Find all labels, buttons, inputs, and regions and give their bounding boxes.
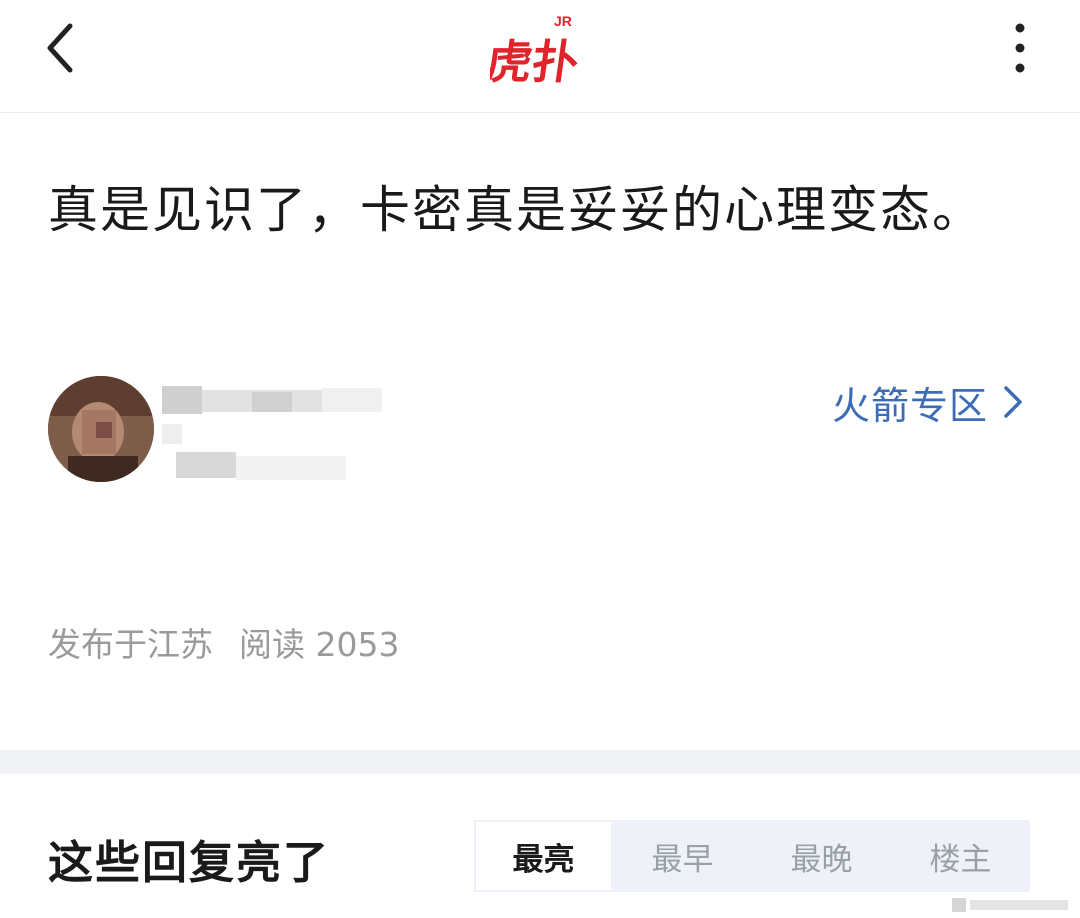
- read-count: 阅读 2053: [239, 625, 400, 664]
- reply-sort-tabs: 最亮 最早 最晚 楼主: [474, 820, 1030, 892]
- more-options-button[interactable]: [1000, 18, 1040, 78]
- chevron-right-icon: [1004, 386, 1022, 418]
- logo-badge: JR: [554, 13, 572, 29]
- vertical-dots-icon: [1015, 23, 1025, 73]
- zone-label: 火箭专区: [831, 383, 988, 428]
- author-avatar[interactable]: [48, 376, 154, 482]
- logo-text: 虎扑: [490, 35, 582, 86]
- tab-latest[interactable]: 最晚: [752, 820, 891, 892]
- author-info-blurred: [162, 380, 422, 490]
- replies-heading: 这些回复亮了: [48, 836, 331, 889]
- post-meta: 发布于江苏 阅读 2053: [48, 616, 399, 668]
- chevron-left-icon: [47, 23, 73, 73]
- tab-op-only[interactable]: 楼主: [891, 820, 1030, 892]
- section-divider: [0, 750, 1080, 774]
- top-navigation-bar: JR 虎扑: [0, 0, 1080, 113]
- zone-link[interactable]: 火箭专区: [832, 372, 1024, 432]
- post-title: 真是见识了，卡密真是妥妥的心理变态。: [48, 181, 984, 239]
- post-location: 发布于江苏: [48, 625, 213, 664]
- back-button[interactable]: [38, 20, 86, 76]
- tab-earliest[interactable]: 最早: [613, 820, 752, 892]
- watermark: [952, 896, 1072, 914]
- tab-brightest[interactable]: 最亮: [474, 820, 613, 892]
- hupu-logo: JR 虎扑: [483, 8, 590, 89]
